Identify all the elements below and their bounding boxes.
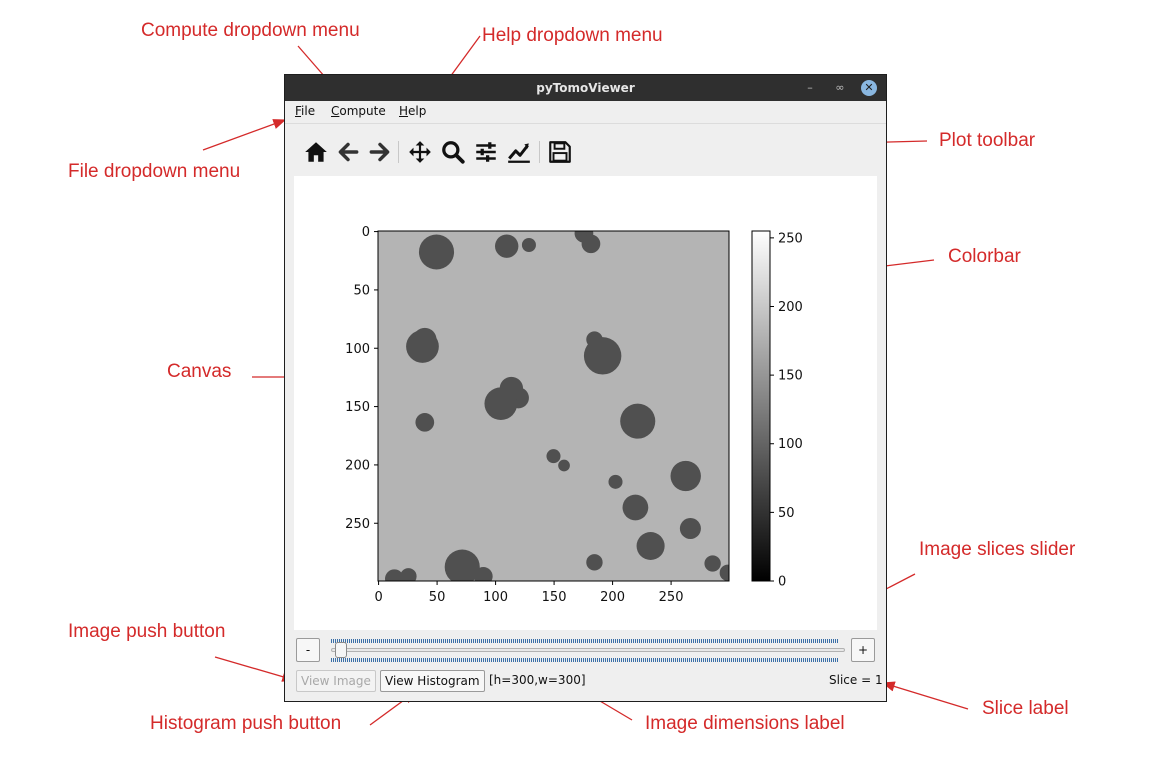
x-tick-label: 50: [429, 590, 446, 605]
image-dimensions-label: [h=300,w=300]: [489, 673, 586, 687]
edit-curve-icon[interactable]: [506, 139, 532, 165]
particle-blob: [679, 518, 701, 539]
y-tick-label: 50: [353, 283, 370, 298]
colorbar-tick-label: 150: [778, 369, 803, 384]
menu-compute-label: ompute: [339, 104, 386, 118]
minimize-icon[interactable]: –: [802, 80, 818, 96]
title-bar[interactable]: pyTomoViewer – ∞ ✕: [285, 75, 886, 101]
colorbar: [751, 230, 771, 582]
particle-blob: [546, 449, 561, 464]
zoom-icon[interactable]: [440, 139, 466, 165]
particle-blob: [608, 474, 623, 489]
app-window: pyTomoViewer – ∞ ✕ File Compute Help 0 5…: [284, 74, 887, 702]
slice-decrement-button[interactable]: -: [296, 638, 320, 662]
image-background: [378, 231, 729, 581]
plot-toolbar: [294, 131, 584, 171]
image-button-arrow: [214, 656, 296, 682]
plot-svg[interactable]: 0 50 100 150 200 250 0 50 100 150 200 250 0 50 100 150…: [294, 176, 877, 630]
particle-blob: [418, 234, 455, 270]
colorbar-layer: 0 50 100 150 200 250: [751, 230, 803, 590]
slice-slider-row: - +: [294, 636, 877, 664]
slice-label: Slice = 1: [829, 673, 883, 687]
particle-blob: [413, 327, 437, 352]
toolbar-separator: [398, 141, 399, 163]
annotation-dimensions-label: Image dimensions label: [645, 713, 845, 734]
particle-blob: [586, 331, 603, 348]
save-icon[interactable]: [547, 139, 573, 165]
back-arrow-icon[interactable]: [335, 139, 361, 165]
toolbar-separator: [539, 141, 540, 163]
annotation-compute-menu: Compute dropdown menu: [141, 20, 360, 41]
close-icon[interactable]: ✕: [861, 80, 877, 96]
particle-blob: [558, 459, 570, 472]
x-tick-label: 150: [542, 590, 567, 605]
x-tick-label: 250: [659, 590, 684, 605]
particle-blob: [704, 555, 721, 572]
colorbar-tick-label: 0: [778, 575, 786, 590]
particle-blob: [622, 494, 649, 521]
slider-groove[interactable]: [331, 648, 845, 652]
plot-canvas[interactable]: 0 50 100 150 200 250 0 50 100 150 200 250 0 50 100 150…: [294, 176, 877, 630]
slider-ticks-top: [331, 639, 839, 643]
particle-blob: [620, 403, 656, 439]
menu-file-label: ile: [301, 104, 316, 118]
view-image-button[interactable]: View Image: [296, 670, 376, 692]
particle-blob: [473, 567, 493, 581]
y-tick-label: 250: [345, 517, 370, 532]
colorbar-tick-label: 250: [778, 231, 803, 246]
forward-arrow-icon[interactable]: [367, 139, 393, 165]
slider-ticks-bottom: [331, 658, 839, 662]
menu-bar: File Compute Help: [285, 101, 886, 124]
annotation-help-menu: Help dropdown menu: [482, 25, 663, 46]
particle-blob: [719, 564, 729, 581]
particle-blob: [636, 532, 665, 560]
slice-label-arrow: [881, 681, 969, 710]
colorbar-tick-label: 100: [778, 437, 803, 452]
y-tick-label: 150: [345, 400, 370, 415]
annotation-file-menu: File dropdown menu: [68, 161, 241, 182]
x-tick-label: 0: [374, 590, 382, 605]
x-tick-label: 100: [483, 590, 508, 605]
home-icon[interactable]: [303, 139, 329, 165]
particle-blob: [670, 460, 701, 492]
particle-blob: [415, 413, 435, 432]
annotation-slice-label: Slice label: [982, 698, 1069, 719]
annotation-histogram-button: Histogram push button: [150, 713, 342, 734]
slice-increment-button[interactable]: +: [851, 638, 875, 662]
window-title: pyTomoViewer: [536, 81, 635, 95]
restore-icon[interactable]: ∞: [832, 80, 848, 96]
annotation-slices-slider: Image slices slider: [919, 539, 1076, 560]
particle-blob: [499, 376, 524, 401]
file-menu-arrow: [202, 119, 287, 151]
particle-blob: [581, 234, 601, 254]
x-tick-label: 200: [600, 590, 625, 605]
particle-blob: [400, 568, 417, 581]
annotation-image-button: Image push button: [68, 621, 226, 642]
annotation-colorbar: Colorbar: [948, 246, 1021, 267]
colorbar-tick-label: 200: [778, 300, 803, 315]
particle-blob: [495, 234, 519, 258]
y-tick-label: 0: [362, 225, 370, 240]
slider-handle[interactable]: [335, 642, 347, 658]
view-histogram-button[interactable]: View Histogram: [380, 670, 485, 692]
annotation-plot-toolbar: Plot toolbar: [939, 130, 1036, 151]
menu-help-label: elp: [408, 104, 427, 118]
menu-compute[interactable]: Compute: [331, 104, 386, 118]
particle-blob: [586, 554, 603, 571]
subplots-config-icon[interactable]: [473, 139, 499, 165]
image-layer: [378, 231, 729, 581]
menu-file[interactable]: File: [295, 104, 315, 118]
menu-help-mnemonic: H: [399, 104, 409, 118]
colorbar-tick-label: 50: [778, 506, 795, 521]
y-tick-label: 200: [345, 458, 370, 473]
annotation-canvas: Canvas: [167, 361, 232, 382]
pan-icon[interactable]: [407, 139, 433, 165]
menu-help[interactable]: Help: [399, 104, 426, 118]
y-tick-label: 100: [345, 342, 370, 357]
particle-blob: [521, 238, 536, 252]
